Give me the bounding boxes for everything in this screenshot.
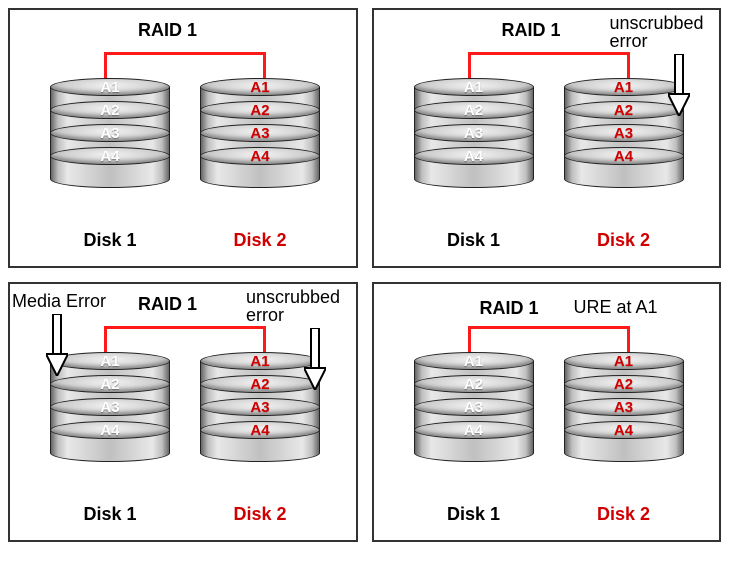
disk-label: Disk 1 bbox=[50, 504, 170, 525]
disk-stack: A1 A2 A3 A4 bbox=[564, 78, 684, 179]
error-arrow-icon bbox=[304, 328, 326, 390]
raid-panel: RAID 1URE at A1 A1 A2 A3 A4Disk 1 A1 A bbox=[372, 282, 722, 542]
disk-platter: A4 bbox=[564, 147, 684, 179]
disk-platter: A4 bbox=[564, 421, 684, 453]
annotation-text: URE at A1 bbox=[574, 298, 658, 316]
platter-label: A3 bbox=[50, 124, 170, 142]
platter-label: A2 bbox=[50, 375, 170, 393]
platter-label: A3 bbox=[200, 124, 320, 142]
platter-label: A4 bbox=[564, 147, 684, 165]
disk-stack: A1 A2 A3 A4 bbox=[200, 352, 320, 453]
platter-label: A3 bbox=[564, 398, 684, 416]
annotation-text: Media Error bbox=[12, 292, 106, 310]
disk-stack: A1 A2 A3 A4 bbox=[50, 78, 170, 179]
disk-label: Disk 1 bbox=[414, 230, 534, 251]
raid-label: RAID 1 bbox=[480, 298, 539, 319]
platter-label: A4 bbox=[414, 147, 534, 165]
platter-label: A2 bbox=[414, 101, 534, 119]
disk-platter: A4 bbox=[414, 147, 534, 179]
disk-stack: A1 A2 A3 A4 bbox=[414, 78, 534, 179]
platter-label: A1 bbox=[564, 78, 684, 96]
platter-label: A1 bbox=[200, 78, 320, 96]
platter-label: A4 bbox=[200, 421, 320, 439]
platter-label: A1 bbox=[50, 352, 170, 370]
annotation-text: unscrubbederror bbox=[610, 14, 704, 50]
platter-label: A1 bbox=[414, 78, 534, 96]
disk-label: Disk 1 bbox=[414, 504, 534, 525]
disk-label: Disk 1 bbox=[50, 230, 170, 251]
raid-label: RAID 1 bbox=[138, 20, 197, 41]
disk-label: Disk 2 bbox=[200, 230, 320, 251]
disk-platter: A4 bbox=[50, 147, 170, 179]
error-arrow-icon bbox=[668, 54, 690, 116]
platter-label: A2 bbox=[564, 101, 684, 119]
raid-label: RAID 1 bbox=[502, 20, 561, 41]
platter-label: A4 bbox=[200, 147, 320, 165]
disk-label: Disk 2 bbox=[200, 504, 320, 525]
platter-label: A2 bbox=[200, 101, 320, 119]
annotation-text: unscrubbederror bbox=[246, 288, 340, 324]
platter-label: A3 bbox=[200, 398, 320, 416]
platter-label: A4 bbox=[414, 421, 534, 439]
platter-label: A3 bbox=[564, 124, 684, 142]
platter-label: A3 bbox=[50, 398, 170, 416]
disk-label: Disk 2 bbox=[564, 230, 684, 251]
disk-stack: A1 A2 A3 A4 bbox=[50, 352, 170, 453]
disk-platter: A4 bbox=[200, 421, 320, 453]
platter-label: A1 bbox=[564, 352, 684, 370]
platter-label: A3 bbox=[414, 398, 534, 416]
raid-label: RAID 1 bbox=[138, 294, 197, 315]
platter-label: A1 bbox=[414, 352, 534, 370]
disk-platter: A4 bbox=[200, 147, 320, 179]
disk-label: Disk 2 bbox=[564, 504, 684, 525]
raid-panel: RAID 1 Media Error unscrubbederror A1 A2 A… bbox=[8, 282, 358, 542]
disk-stack: A1 A2 A3 A4 bbox=[414, 352, 534, 453]
platter-label: A1 bbox=[50, 78, 170, 96]
platter-label: A1 bbox=[200, 352, 320, 370]
disk-platter: A4 bbox=[50, 421, 170, 453]
platter-label: A3 bbox=[414, 124, 534, 142]
platter-label: A2 bbox=[50, 101, 170, 119]
platter-label: A2 bbox=[564, 375, 684, 393]
platter-label: A2 bbox=[414, 375, 534, 393]
raid-panel: RAID 1 A1 A2 A3 A4 Disk 1 A1 A2 bbox=[8, 8, 358, 268]
platter-label: A4 bbox=[50, 147, 170, 165]
platter-label: A4 bbox=[50, 421, 170, 439]
raid-panel: RAID 1unscrubbederror A1 A2 A3 A4Disk 1 … bbox=[372, 8, 722, 268]
platter-label: A4 bbox=[564, 421, 684, 439]
error-arrow-icon bbox=[46, 314, 68, 376]
diagram-grid: RAID 1 A1 A2 A3 A4 Disk 1 A1 A2 bbox=[8, 8, 721, 542]
disk-stack: A1 A2 A3 A4 bbox=[564, 352, 684, 453]
disk-platter: A4 bbox=[414, 421, 534, 453]
platter-label: A2 bbox=[200, 375, 320, 393]
disk-stack: A1 A2 A3 A4 bbox=[200, 78, 320, 179]
